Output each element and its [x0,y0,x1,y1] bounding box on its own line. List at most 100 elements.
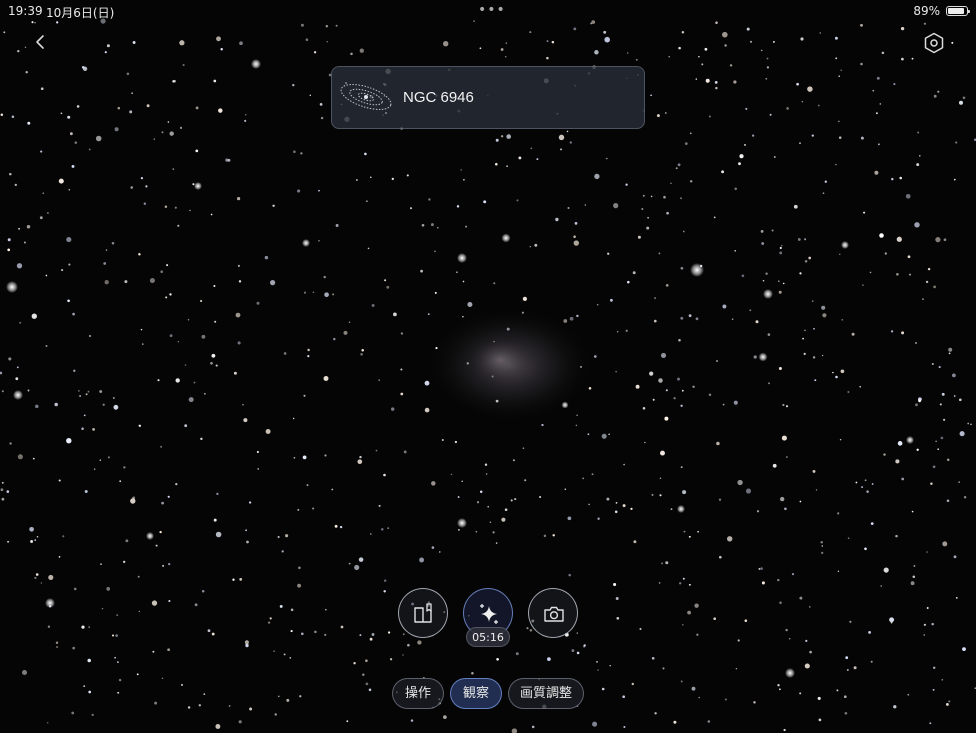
star [312,507,315,510]
star [813,327,815,330]
star [951,41,954,44]
star [73,369,76,372]
star [682,490,687,495]
star [16,263,23,269]
star [471,671,474,675]
star [138,252,141,256]
star [681,623,684,626]
star [942,541,948,547]
star [17,454,23,460]
star [656,114,660,118]
star [431,481,436,486]
star [760,567,763,570]
star [278,695,280,698]
star [138,424,142,428]
star [837,570,840,573]
star [786,107,789,110]
star [923,623,927,626]
star [88,626,91,629]
star [495,399,499,403]
star [839,253,841,256]
star [704,47,708,51]
star [76,105,80,108]
star [465,225,468,228]
star [102,403,105,406]
star [607,252,610,255]
star [40,582,43,584]
tab-operation[interactable]: 操作 [392,678,444,709]
star [631,682,635,686]
star [335,24,338,27]
star [114,656,116,659]
star [749,309,752,312]
star [257,468,260,470]
star [653,319,657,323]
star [256,301,260,305]
star [461,480,463,483]
star [297,583,302,588]
star [724,44,727,47]
star [713,216,716,219]
star [192,183,195,186]
tab-observation[interactable]: 観察 [450,678,502,709]
star [87,658,91,663]
star [626,52,629,54]
star [916,163,920,167]
star [244,119,247,122]
star [606,157,608,160]
star [460,169,462,171]
star [807,86,813,92]
tab-image-adjustment[interactable]: 画質調整 [508,678,584,709]
camera-icon [544,606,564,622]
star [580,365,582,368]
star [597,517,600,520]
star [901,57,904,61]
settings-button[interactable] [922,31,946,55]
star [7,238,11,242]
star [6,490,10,493]
camera-button[interactable] [528,588,578,638]
star [914,222,920,228]
star [891,177,894,181]
star [566,130,569,133]
star [690,132,692,135]
star [639,627,642,631]
target-card[interactable]: NGC 6946 [331,66,645,129]
star [876,76,880,80]
star [897,441,903,446]
star [654,712,657,715]
star [597,669,599,671]
star [292,83,295,87]
star [354,564,360,570]
star [659,477,662,480]
star [81,625,85,629]
star [462,280,465,283]
star [778,280,780,282]
star [594,50,599,55]
star [384,579,387,582]
star [855,481,858,484]
star [658,582,661,584]
star [1,497,5,501]
star [343,330,348,335]
star [359,48,364,53]
star [292,417,295,420]
star [348,562,351,565]
star [71,164,75,168]
back-button[interactable] [28,30,52,54]
star [463,178,465,181]
star [357,459,363,465]
star [778,290,782,294]
star [23,241,26,244]
star [495,542,498,544]
star [649,371,654,376]
star [962,96,966,100]
star [922,298,924,300]
star [707,720,711,723]
star [479,47,482,50]
star [99,390,103,393]
star [124,280,128,284]
book-button[interactable] [398,588,448,638]
multitasking-dots[interactable]: ••• [478,2,506,18]
star [943,238,947,242]
